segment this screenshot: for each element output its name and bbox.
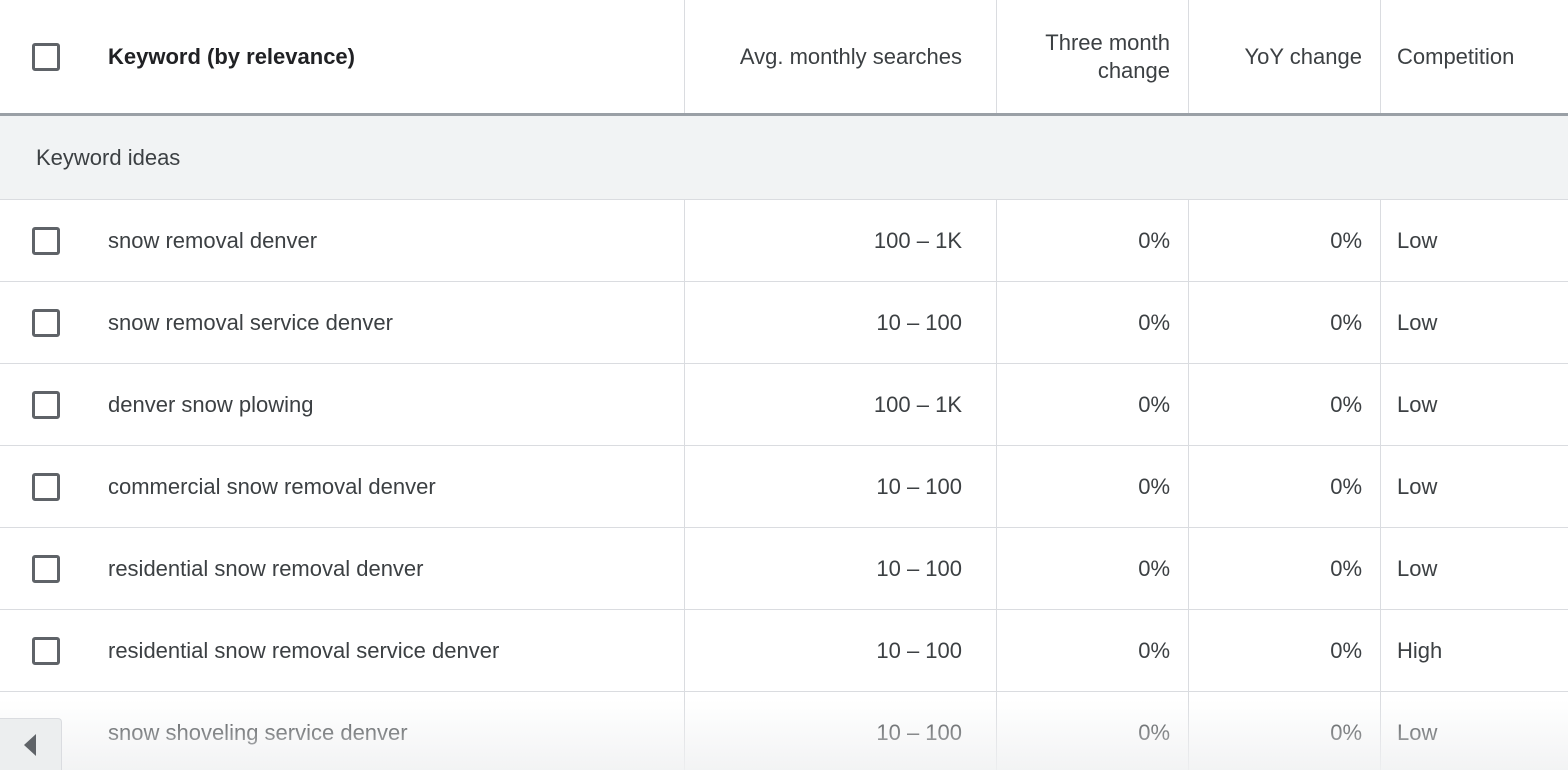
yoy-change-cell: 0% (1188, 200, 1380, 281)
keyword-cell: snow shoveling service denver (108, 719, 408, 745)
avg-monthly-searches-cell: 10 – 100 (684, 692, 996, 770)
row-checkbox[interactable] (32, 554, 60, 583)
avg-monthly-searches-cell: 10 – 100 (684, 446, 996, 527)
three-month-change-cell: 0% (996, 692, 1188, 770)
competition-cell: Low (1380, 200, 1568, 281)
yoy-change-cell: 0% (1188, 692, 1380, 770)
chevron-left-icon (23, 733, 36, 756)
three-month-change-cell: 0% (996, 364, 1188, 445)
row-checkbox[interactable] (32, 390, 60, 419)
three-month-change-cell: 0% (996, 446, 1188, 527)
competition-cell: Low (1380, 282, 1568, 363)
keyword-cell: snow removal denver (108, 227, 318, 253)
keyword-ideas-table: Keyword (by relevance) Avg. monthly sear… (0, 0, 1568, 770)
keyword-cell: commercial snow removal denver (108, 473, 436, 499)
table-row[interactable]: residential snow removal denver 10 – 100… (0, 528, 1568, 610)
row-checkbox[interactable] (32, 308, 60, 337)
yoy-change-cell: 0% (1188, 528, 1380, 609)
column-header-yoy-change[interactable]: YoY change (1188, 0, 1380, 113)
table-row[interactable]: denver snow plowing 100 – 1K 0% 0% Low (0, 364, 1568, 446)
competition-cell: Low (1380, 528, 1568, 609)
keyword-cell: residential snow removal denver (108, 555, 424, 581)
row-checkbox-cell (0, 610, 84, 691)
avg-monthly-searches-cell: 10 – 100 (684, 610, 996, 691)
group-row-keyword-ideas: Keyword ideas (0, 116, 1568, 200)
avg-monthly-searches-cell: 100 – 1K (684, 364, 996, 445)
three-month-header-line2: change (1097, 57, 1170, 83)
row-checkbox[interactable] (32, 472, 60, 501)
column-header-three-month-change[interactable]: Three month change (996, 0, 1188, 113)
table-header: Keyword (by relevance) Avg. monthly sear… (0, 0, 1568, 116)
avg-monthly-searches-cell: 100 – 1K (684, 200, 996, 281)
row-checkbox-cell (0, 200, 84, 281)
yoy-change-cell: 0% (1188, 610, 1380, 691)
three-month-change-cell: 0% (996, 282, 1188, 363)
group-label: Keyword ideas (36, 144, 181, 170)
three-month-change-cell: 0% (996, 200, 1188, 281)
table-row[interactable]: snow removal service denver 10 – 100 0% … (0, 282, 1568, 364)
yoy-change-cell: 0% (1188, 282, 1380, 363)
select-all-cell (0, 0, 84, 113)
competition-cell: Low (1380, 364, 1568, 445)
avg-monthly-searches-cell: 10 – 100 (684, 528, 996, 609)
yoy-change-cell: 0% (1188, 446, 1380, 527)
table-row[interactable]: snow removal denver 100 – 1K 0% 0% Low (0, 200, 1568, 282)
competition-cell: Low (1380, 692, 1568, 770)
yoy-change-cell: 0% (1188, 364, 1380, 445)
row-checkbox-cell (0, 364, 84, 445)
keyword-cell: residential snow removal service denver (108, 637, 500, 663)
competition-cell: High (1380, 610, 1568, 691)
select-all-checkbox[interactable] (32, 42, 60, 71)
row-checkbox-cell (0, 446, 84, 527)
row-checkbox[interactable] (32, 226, 60, 255)
scroll-left-button[interactable] (0, 718, 62, 770)
keyword-cell: snow removal service denver (108, 309, 393, 335)
table-row[interactable]: residential snow removal service denver … (0, 610, 1568, 692)
three-month-change-cell: 0% (996, 610, 1188, 691)
column-header-avg-monthly-searches[interactable]: Avg. monthly searches (684, 0, 996, 113)
avg-monthly-searches-cell: 10 – 100 (684, 282, 996, 363)
row-checkbox-cell (0, 528, 84, 609)
column-header-competition[interactable]: Competition (1380, 0, 1568, 113)
column-header-keyword[interactable]: Keyword (by relevance) (84, 0, 684, 113)
table-row[interactable]: snow shoveling service denver 10 – 100 0… (0, 692, 1568, 770)
keyword-cell: denver snow plowing (108, 391, 314, 417)
three-month-header-line1: Three month (1045, 29, 1170, 55)
competition-cell: Low (1380, 446, 1568, 527)
three-month-change-cell: 0% (996, 528, 1188, 609)
row-checkbox-cell (0, 282, 84, 363)
table-row[interactable]: commercial snow removal denver 10 – 100 … (0, 446, 1568, 528)
row-checkbox[interactable] (32, 636, 60, 665)
